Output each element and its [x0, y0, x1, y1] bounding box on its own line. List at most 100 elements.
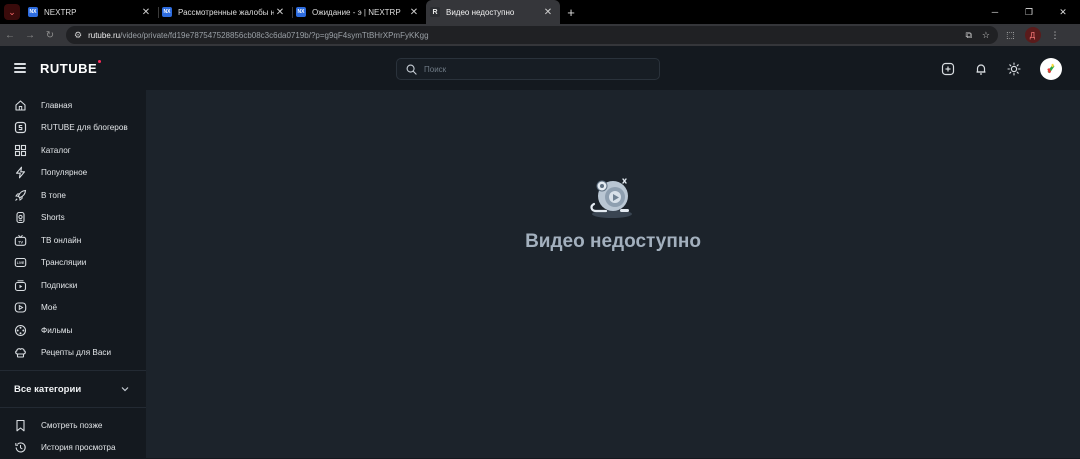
header-actions	[941, 58, 1062, 80]
close-tab-icon[interactable]: ✕	[274, 7, 286, 18]
minimize-icon[interactable]: ─	[978, 0, 1012, 24]
svg-text:LIVE: LIVE	[17, 261, 25, 265]
tab-title: Ожидание - э | NEXTRP	[312, 8, 408, 17]
search-icon	[406, 64, 417, 75]
sidebar-item-label: Каталог	[41, 146, 71, 155]
site-header: RUTUBE	[0, 46, 1080, 90]
sidebar-item-label: Смотреть позже	[41, 421, 102, 430]
upload-video-icon[interactable]	[941, 62, 955, 76]
close-tab-icon[interactable]: ✕	[140, 7, 152, 18]
back-button[interactable]: ←	[0, 24, 20, 46]
sidebar-item-bloggers[interactable]: RUTUBE для блогеров	[0, 117, 146, 140]
sidebar-item-label: Shorts	[41, 213, 65, 222]
nextrp-favicon-icon: NX	[296, 7, 306, 17]
logo-text: RUTUBE	[40, 61, 97, 76]
tab-search-button[interactable]: ⌄	[0, 0, 24, 24]
sidebar-item-shorts[interactable]: Shorts	[0, 207, 146, 230]
forward-button[interactable]: →	[20, 24, 40, 46]
sidebar-item-label: История просмотра	[41, 443, 116, 452]
profile-avatar[interactable]: Д	[1025, 27, 1041, 43]
film-icon	[14, 324, 27, 337]
all-categories-toggle[interactable]: Все категории	[0, 371, 146, 407]
chef-icon	[14, 346, 27, 359]
theme-sun-icon[interactable]	[1007, 62, 1021, 76]
sidebar-item-history[interactable]: История просмотра	[0, 437, 146, 459]
sidebar-item-mine[interactable]: Моё	[0, 297, 146, 320]
bell-icon[interactable]	[974, 62, 988, 76]
sidebar-item-recipes[interactable]: Рецепты для Васи	[0, 342, 146, 365]
avatar-image-icon	[1044, 62, 1058, 76]
sidebar-item-streams[interactable]: LIVE Трансляции	[0, 252, 146, 275]
tv-icon: TV	[14, 234, 27, 247]
bookmark-icon	[14, 419, 27, 432]
svg-text:TV: TV	[18, 239, 23, 244]
bookmark-star-icon[interactable]: ☆	[982, 30, 990, 41]
nextrp-favicon-icon: NX	[162, 7, 172, 17]
arrow-left-icon: ←	[5, 30, 15, 41]
new-tab-button[interactable]: +	[560, 0, 582, 24]
sidebar-item-watch-later[interactable]: Смотреть позже	[0, 414, 146, 437]
browser-tab-active[interactable]: R Видео недоступно ✕	[426, 0, 560, 24]
tab-title: NEXTRP	[44, 8, 140, 17]
url-path: /video/private/fd19e787547528856cb08c3c6…	[120, 31, 428, 40]
sidebar-item-films[interactable]: Фильмы	[0, 319, 146, 342]
browser-tab[interactable]: NX NEXTRP ✕	[24, 0, 158, 24]
video-unavailable-message: Видео недоступно	[146, 231, 1080, 253]
toolbar-right: ⬚ Д ⋮	[1006, 27, 1060, 43]
browser-toolbar: ← → ↻ ⚙ rutube.ru /video/private/fd19e78…	[0, 24, 1080, 46]
sidebar-item-tv[interactable]: TV ТВ онлайн	[0, 229, 146, 252]
sidebar: Главная RUTUBE для блогеров Каталог Попу…	[0, 90, 146, 458]
omnibox-actions: ⧉ ☆	[965, 30, 990, 41]
plus-icon: +	[567, 5, 575, 20]
rutube-logo[interactable]: RUTUBE	[40, 61, 97, 76]
close-tab-icon[interactable]: ✕	[408, 7, 420, 18]
history-icon	[14, 441, 27, 454]
search-box[interactable]	[396, 58, 660, 80]
site-settings-icon[interactable]: ⚙	[74, 30, 82, 41]
sidebar-item-subscriptions[interactable]: Подписки	[0, 274, 146, 297]
user-avatar[interactable]	[1040, 58, 1062, 80]
install-app-icon[interactable]: ⧉	[965, 30, 971, 41]
sidebar-item-catalog[interactable]: Каталог	[0, 139, 146, 162]
all-categories-label: Все категории	[14, 384, 81, 395]
menu-dots-icon[interactable]: ⋮	[1051, 30, 1060, 41]
browser-tab-strip: ⌄ NX NEXTRP ✕ NX Рассмотренные жалобы на…	[0, 0, 1080, 24]
close-tab-icon[interactable]: ✕	[542, 7, 554, 18]
reload-button[interactable]: ↻	[40, 24, 60, 46]
sidebar-item-label: Рецепты для Васи	[41, 348, 111, 357]
shorts-icon	[14, 211, 27, 224]
sidebar-item-label: Фильмы	[41, 326, 72, 335]
broken-camera-mascot-icon	[586, 174, 636, 220]
lightning-icon	[14, 166, 27, 179]
sidebar-item-label: Моё	[41, 303, 57, 312]
hamburger-menu-icon[interactable]	[14, 63, 26, 73]
sidebar-item-label: RUTUBE для блогеров	[41, 123, 128, 132]
arrow-right-icon: →	[25, 30, 35, 41]
url-host: rutube.ru	[88, 31, 120, 40]
sidebar-item-label: Подписки	[41, 281, 77, 290]
sidebar-item-label: ТВ онлайн	[41, 236, 81, 245]
browser-tab[interactable]: NX Рассмотренные жалобы на игроков ✕	[158, 0, 292, 24]
sidebar-item-popular[interactable]: Популярное	[0, 162, 146, 185]
browser-tab[interactable]: NX Ожидание - э | NEXTRP ✕	[292, 0, 426, 24]
chevron-down-icon: ⌄	[4, 4, 20, 20]
tab-title: Рассмотренные жалобы на игроков	[178, 8, 274, 17]
sidebar-item-label: В топе	[41, 191, 66, 200]
sidebar-item-home[interactable]: Главная	[0, 94, 146, 117]
main-content: Видео недоступно	[146, 90, 1080, 458]
sidebar-item-label: Популярное	[41, 168, 87, 177]
sidebar-item-top[interactable]: В топе	[0, 184, 146, 207]
restore-icon[interactable]: ❐	[1012, 0, 1046, 24]
reload-icon: ↻	[46, 30, 54, 41]
window-controls: ─ ❐ ✕	[978, 0, 1080, 24]
address-bar[interactable]: ⚙ rutube.ru /video/private/fd19e78754752…	[66, 26, 998, 44]
tab-title: Видео недоступно	[446, 8, 542, 17]
extensions-icon[interactable]: ⬚	[1006, 30, 1015, 41]
subscriptions-icon	[14, 279, 27, 292]
close-window-icon[interactable]: ✕	[1046, 0, 1080, 24]
search-input[interactable]	[424, 65, 644, 74]
home-icon	[14, 99, 27, 112]
rutube-favicon-icon: R	[430, 7, 440, 17]
chevron-down-icon	[120, 384, 130, 394]
sidebar-item-label: Трансляции	[41, 258, 86, 267]
